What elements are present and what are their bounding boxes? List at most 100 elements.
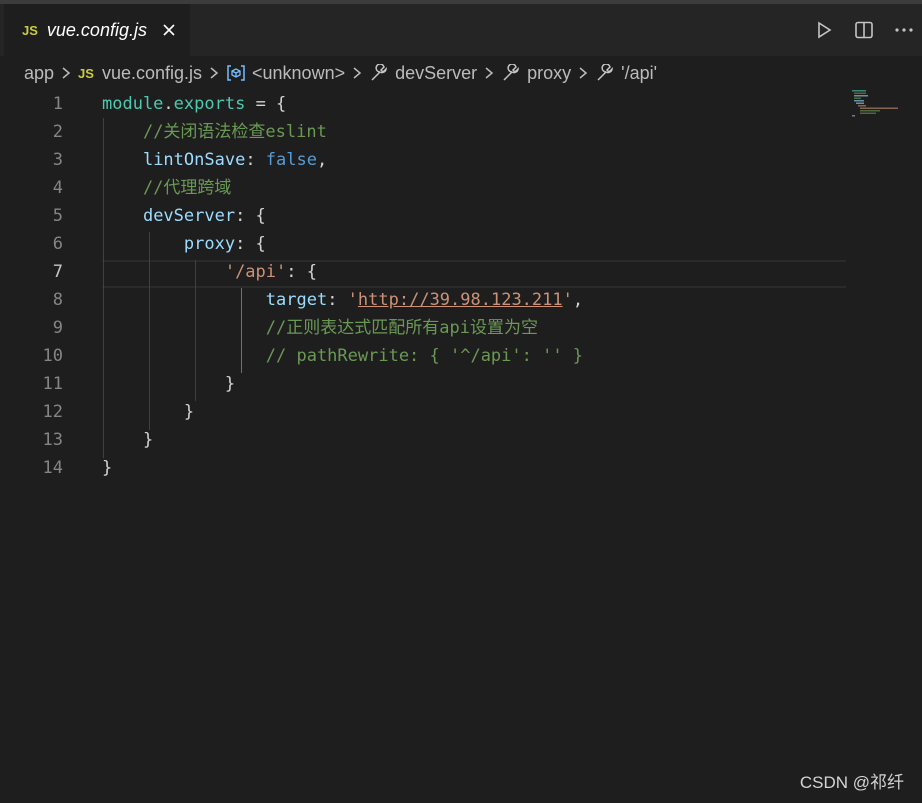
code-line[interactable]: 13 } (0, 426, 846, 454)
wrench-icon (597, 64, 614, 81)
code-token: ' (562, 290, 573, 310)
line-code: } (102, 370, 235, 398)
more-actions-icon[interactable] (894, 20, 914, 40)
tab-bar: JS vue.config.js (0, 4, 922, 56)
line-code: //正则表达式匹配所有api设置为空 (102, 314, 538, 342)
symbol-variable-icon (227, 65, 245, 81)
line-number: 12 (42, 402, 63, 422)
code-token: : { (286, 262, 317, 282)
js-file-icon: JS (22, 22, 38, 38)
code-token: // pathRewrite: { '^/api': '' } (265, 346, 584, 366)
breadcrumb-item-devserver[interactable]: devServer (395, 63, 477, 84)
line-code: module.exports = { (102, 90, 286, 118)
chevron-right-icon (62, 67, 71, 79)
line-number: 10 (42, 346, 63, 366)
chevron-right-icon (210, 67, 219, 79)
breadcrumb-item-file[interactable]: vue.config.js (102, 63, 202, 84)
line-number: 2 (52, 122, 63, 142)
code-line[interactable]: 3 lintOnSave: false, (0, 146, 846, 174)
code-token: ' (347, 290, 358, 310)
line-code: proxy: { (102, 230, 266, 258)
code-token: module (102, 94, 164, 114)
minimap[interactable] (852, 90, 912, 120)
watermark: CSDN @祁纤 (799, 773, 904, 792)
code-line[interactable]: 14} (0, 454, 846, 482)
line-number: 7 (52, 262, 63, 282)
line-number: 9 (52, 318, 63, 338)
code-line[interactable]: 12 } (0, 398, 846, 426)
line-number: 3 (52, 150, 63, 170)
line-code: } (102, 454, 112, 482)
code-token: http://39.98.123.211 (357, 290, 563, 310)
line-code: target: 'http://39.98.123.211', (102, 286, 583, 314)
split-editor-icon[interactable] (854, 20, 874, 40)
code-line[interactable]: 11 } (0, 370, 846, 398)
code-line[interactable]: 7 '/api': { (0, 258, 846, 286)
code-token: proxy (183, 234, 236, 254)
code-line[interactable]: 10 // pathRewrite: { '^/api': '' } (0, 342, 846, 370)
breadcrumb-item-proxy[interactable]: proxy (527, 63, 571, 84)
code-line[interactable]: 6 proxy: { (0, 230, 846, 258)
code-line[interactable]: 2 //关闭语法检查eslint (0, 118, 846, 146)
line-number: 5 (52, 206, 63, 226)
chevron-right-icon (485, 67, 494, 79)
line-number: 6 (52, 234, 63, 254)
breadcrumb: app JS vue.config.js <unknown> devServer… (0, 56, 922, 90)
run-icon[interactable] (814, 20, 834, 40)
code-token: = { (245, 94, 287, 114)
breadcrumb-item-app[interactable]: app (24, 63, 54, 84)
code-token: } (102, 402, 195, 422)
code-line[interactable]: 5 devServer: { (0, 202, 846, 230)
line-code: // pathRewrite: { '^/api': '' } (102, 342, 583, 370)
code-line[interactable]: 4 //代理跨域 (0, 174, 846, 202)
close-icon[interactable] (161, 22, 177, 38)
code-token: devServer (142, 206, 236, 226)
line-code: //关闭语法检查eslint (102, 118, 327, 146)
tab-vue-config[interactable]: JS vue.config.js (4, 4, 190, 56)
line-number: 14 (42, 458, 63, 478)
code-token: , (316, 150, 328, 170)
code-token: //正则表达式匹配所有api设置为空 (265, 318, 538, 338)
line-number: 13 (42, 430, 63, 450)
wrench-icon (371, 64, 388, 81)
code-token: . (163, 94, 174, 114)
js-file-icon: JS (78, 65, 94, 81)
editor-actions (814, 20, 922, 40)
code-token: } (102, 374, 236, 394)
breadcrumb-item-unknown[interactable]: <unknown> (252, 63, 345, 84)
code-token: target (265, 290, 328, 310)
line-code: } (102, 398, 194, 426)
line-number: 11 (42, 374, 63, 394)
code-token: : (245, 150, 266, 170)
line-code: devServer: { (102, 202, 266, 230)
line-code: //代理跨域 (102, 174, 231, 202)
line-number: 1 (52, 94, 63, 114)
code-token: //代理跨域 (142, 178, 232, 198)
code-token: '/api' (224, 262, 287, 282)
code-line[interactable]: 8 target: 'http://39.98.123.211', (0, 286, 846, 314)
wrench-icon (503, 64, 520, 81)
code-editor[interactable]: 1 module.exports = {2 //关闭语法检查eslint 3 lin… (0, 90, 922, 803)
code-line[interactable]: 1 module.exports = { (0, 90, 846, 118)
code-token: exports (173, 94, 246, 114)
code-line[interactable]: 9 //正则表达式匹配所有api设置为空 (0, 314, 846, 342)
code-token: } (102, 458, 113, 478)
breadcrumb-item-api[interactable]: '/api' (621, 63, 657, 84)
code-token: } (102, 430, 154, 450)
line-code: '/api': { (102, 258, 317, 286)
code-token: : (327, 290, 348, 310)
line-number: 8 (52, 290, 63, 310)
chevron-right-icon (353, 67, 362, 79)
tab-title: vue.config.js (46, 19, 147, 40)
code-token: lintOnSave (142, 150, 246, 170)
code-token: , (572, 290, 584, 310)
